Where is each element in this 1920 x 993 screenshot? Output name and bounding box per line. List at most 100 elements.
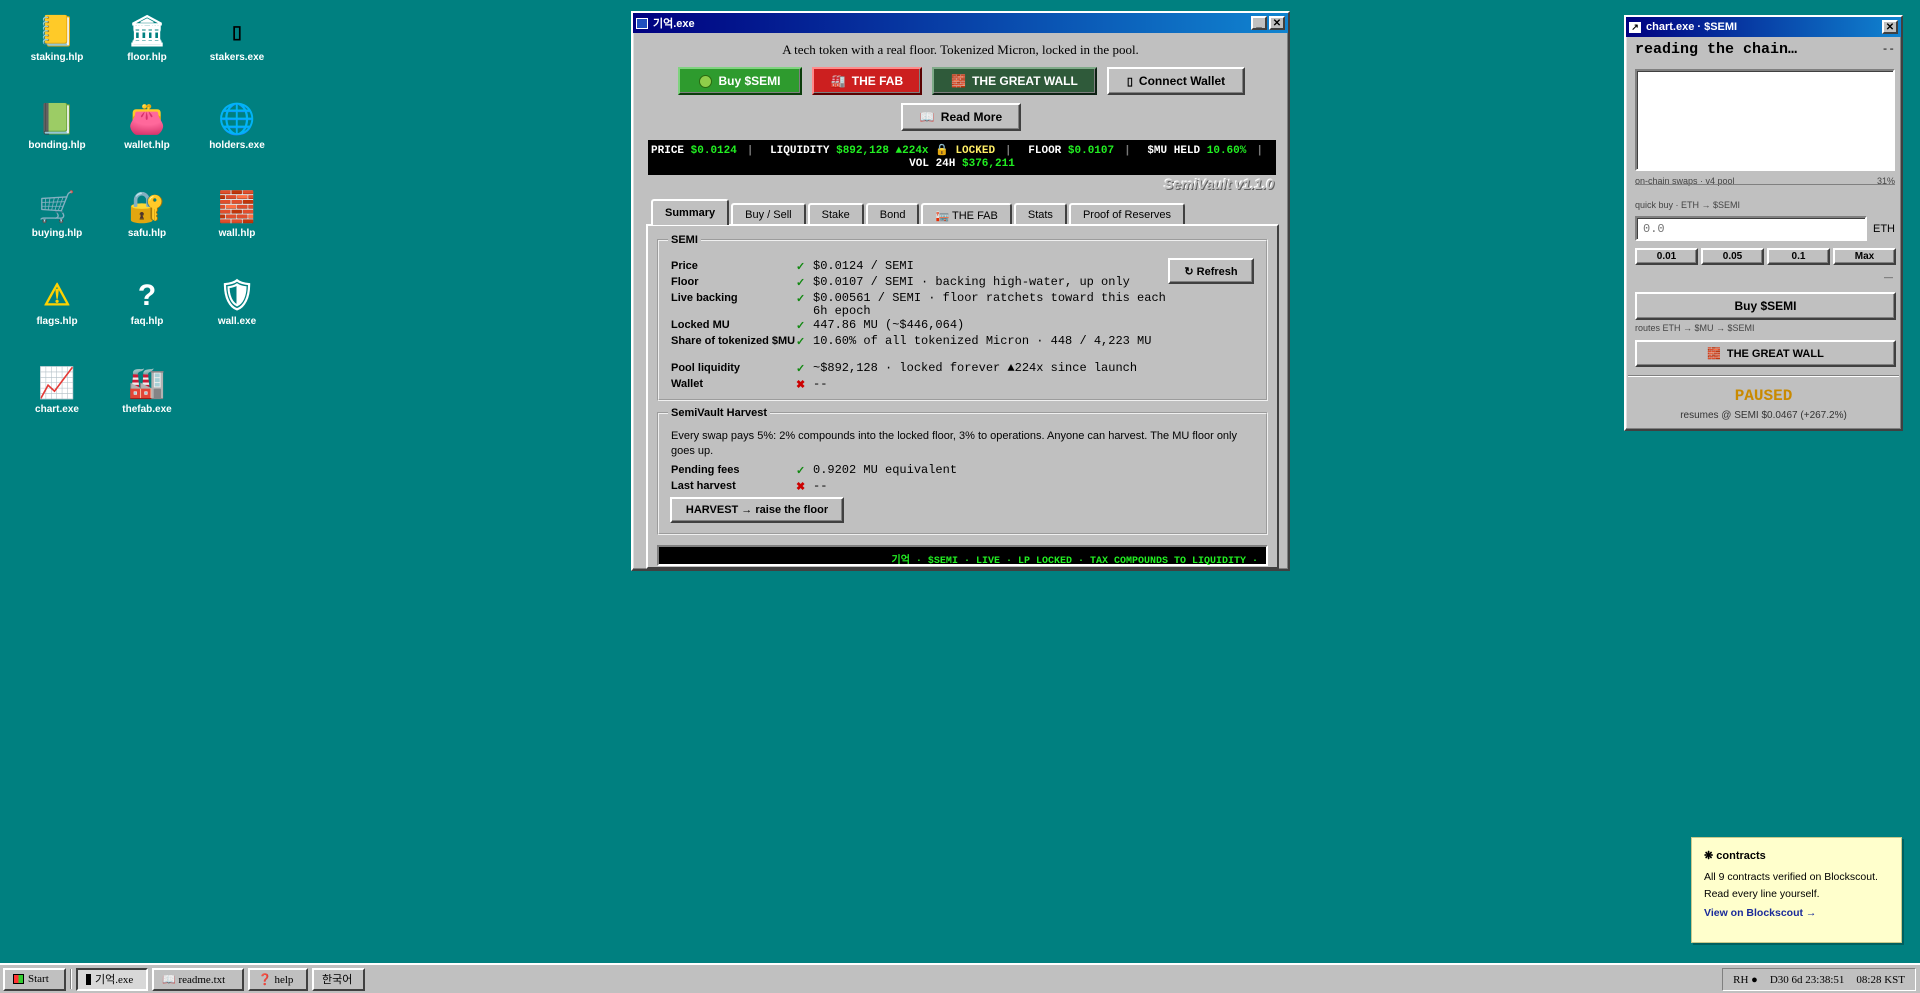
ticker-locked-badge: 🔒 LOCKED xyxy=(935,145,996,157)
info-row-price: Price ✓ $0.0124 / SEMI xyxy=(671,260,1181,274)
eth-amount-input[interactable] xyxy=(1635,216,1867,241)
row-value: -- xyxy=(813,377,828,391)
tray-date: D30 6d 23:38:51 xyxy=(1769,973,1845,986)
desktop-icon-label: thefab.exe xyxy=(122,404,172,415)
chart-buy-label: Buy $SEMI xyxy=(1734,299,1797,313)
ticker-liquidity-value: $892,128 ▲224x xyxy=(836,145,929,157)
tab-bond[interactable]: Bond xyxy=(865,203,920,225)
resume-condition: resumes @ SEMI $0.0467 (+267.2%) xyxy=(1680,410,1847,421)
taskbar-divider xyxy=(70,969,72,989)
chart-close-button[interactable]: ✕ xyxy=(1882,20,1898,34)
quote-output: — xyxy=(1884,272,1893,282)
desktop-icon-holders-exe[interactable]: 🌐 holders.exe xyxy=(197,102,277,151)
semi-group: SEMI ↻ Refresh Price ✓ $0.0124 / SEMI Floor… xyxy=(657,234,1268,401)
eth-unit-label: ETH xyxy=(1873,223,1895,235)
harvest-group-legend: SemiVault Harvest xyxy=(671,407,767,419)
tab-the-fab[interactable]: 🏣 THE FAB xyxy=(921,203,1012,225)
blockscout-link[interactable]: View on Blockscout → xyxy=(1704,905,1889,922)
read-more-button[interactable]: 📖 Read More xyxy=(901,103,1021,131)
the-fab-button[interactable]: 🏭 THE FAB xyxy=(812,67,922,95)
ticker-vol-value: $376,211 xyxy=(962,158,1015,170)
taskbar-item-readme[interactable]: 📖 readme.txt xyxy=(152,967,244,991)
chart-titlebar[interactable]: ↗ chart.exe · $SEMI ✕ xyxy=(1626,17,1901,37)
row-label: Last harvest xyxy=(671,480,736,492)
lock-icon: 🔐 xyxy=(128,191,166,224)
desktop-icon-label: safu.hlp xyxy=(127,228,167,239)
refresh-label: ↻ Refresh xyxy=(1184,265,1238,278)
ticker-vol-label: VOL 24H xyxy=(909,158,956,170)
brick-icon: 🧱 xyxy=(951,74,967,88)
desktop-icon-label: wallet.hlp xyxy=(124,140,170,151)
tab-proof-of-reserves[interactable]: Proof of Reserves xyxy=(1068,203,1185,225)
question-icon: ? xyxy=(137,279,157,312)
chart-status: reading the chain… xyxy=(1635,41,1798,58)
desktop-icon-wall-hlp[interactable]: 🧱 wall.hlp xyxy=(197,190,277,239)
chart-window-title: chart.exe · $SEMI xyxy=(1646,21,1738,33)
close-button[interactable]: ✕ xyxy=(1269,16,1285,30)
row-label: Floor xyxy=(671,276,699,288)
tab-stake[interactable]: Stake xyxy=(807,203,864,225)
amount-0-01-button[interactable]: 0.01 xyxy=(1635,248,1698,265)
great-wall-button[interactable]: 🧱 THE GREAT WALL xyxy=(932,67,1097,95)
amount-0-1-button[interactable]: 0.1 xyxy=(1767,248,1830,265)
taskbar-item-help[interactable]: ❓ help xyxy=(248,967,308,991)
info-row-floor: Floor ✓ $0.0107 / SEMI · backing high-wate… xyxy=(671,276,1181,290)
buy-semi-label: Buy $SEMI xyxy=(718,74,781,88)
factory-icon: 🏭 xyxy=(128,367,166,400)
tab-strip: Summary Buy / Sell Stake Bond 🏣 THE FAB … xyxy=(651,199,1187,225)
desktop-icon-buying-hlp[interactable]: 🛒 buying.hlp xyxy=(17,190,97,239)
row-label: Pending fees xyxy=(671,464,740,476)
desktop-icon-wall-exe[interactable]: 🛡 wall.exe xyxy=(197,278,277,327)
desktop-icon-bonding-hlp[interactable]: 📗 bonding.hlp xyxy=(17,102,97,151)
harvest-button[interactable]: HARVEST → raise the floor xyxy=(670,497,844,523)
chart-icon: ↗ xyxy=(1629,21,1641,33)
amount-0-05-button[interactable]: 0.05 xyxy=(1701,248,1764,265)
harvest-group: SemiVault Harvest Every swap pays 5%: 2%… xyxy=(657,407,1268,535)
check-icon: ✓ xyxy=(796,261,806,273)
desktop-icon-faq-hlp[interactable]: ? faq.hlp xyxy=(107,278,187,327)
bank-icon: 🏛 xyxy=(127,15,167,48)
info-row-share-of-tokenized-mu: Share of tokenized $MU ✓ 10.60% of all tok… xyxy=(671,335,1181,349)
check-icon: ✓ xyxy=(796,293,806,305)
taskbar-item-language[interactable]: 한국어 xyxy=(312,967,365,991)
desktop-icon-flags-hlp[interactable]: ⚠ flags.hlp xyxy=(17,278,97,327)
blank-icon: ▯ xyxy=(232,22,242,42)
read-more-label: Read More xyxy=(940,110,1003,124)
row-label: Wallet xyxy=(671,378,703,390)
desktop-icon-floor-hlp[interactable]: 🏛 floor.hlp xyxy=(107,14,187,63)
buy-semi-button[interactable]: Buy $SEMI xyxy=(678,67,802,95)
desktop-icon-wallet-hlp[interactable]: 👛 wallet.hlp xyxy=(107,102,187,151)
price-chart-area[interactable] xyxy=(1635,69,1895,171)
desktop-icon-chart-exe[interactable]: 📈 chart.exe xyxy=(17,366,97,415)
amount-max-button[interactable]: Max xyxy=(1833,248,1896,265)
row-label: Pool liquidity xyxy=(671,362,741,374)
check-icon: ✓ xyxy=(796,363,806,375)
start-button[interactable]: Start xyxy=(3,967,66,991)
chart-great-wall-button[interactable]: 🧱 THE GREAT WALL xyxy=(1635,340,1896,367)
desktop-icon-thefab-exe[interactable]: 🏭 thefab.exe xyxy=(107,366,187,415)
desktop-icon-stakers-exe[interactable]: ▯ stakers.exe xyxy=(197,14,277,63)
tab-buy-sell[interactable]: Buy / Sell xyxy=(731,203,806,225)
desktop-icon-safu-hlp[interactable]: 🔐 safu.hlp xyxy=(107,190,187,239)
tab-stats[interactable]: Stats xyxy=(1013,203,1067,225)
row-label: Live backing xyxy=(671,292,738,304)
row-value: 0.9202 MU equivalent xyxy=(813,463,958,477)
desktop-icon-staking-hlp[interactable]: 📒 staking.hlp xyxy=(17,14,97,63)
tab-summary[interactable]: Summary xyxy=(651,199,730,225)
the-fab-label: THE FAB xyxy=(851,74,904,88)
info-row-wallet: Wallet ✖ -- xyxy=(671,377,1181,392)
taskbar: Start 기억.exe 📖 readme.txt ❓ help 한국어 RH … xyxy=(0,963,1920,993)
ticker-held-value: 10.60% xyxy=(1206,145,1247,157)
check-icon: ✓ xyxy=(796,336,806,348)
row-label: Locked MU xyxy=(671,319,730,331)
chart-buy-semi-button[interactable]: Buy $SEMI xyxy=(1635,292,1896,320)
minimize-button[interactable]: _ xyxy=(1251,16,1267,30)
connect-wallet-button[interactable]: ▯ Connect Wallet xyxy=(1107,67,1245,95)
info-row-locked-mu: Locked MU ✓ 447.86 MU (~$446,064) xyxy=(671,319,1181,333)
ticker-held-label: $MU HELD xyxy=(1147,145,1201,157)
check-icon: ✓ xyxy=(796,277,806,289)
row-value: $0.00561 / SEMI · floor ratchets toward … xyxy=(813,291,1166,318)
paused-status: PAUSED xyxy=(1734,387,1793,405)
taskbar-item-main[interactable]: 기억.exe xyxy=(76,967,148,991)
main-titlebar[interactable]: 기억.exe _ ✕ xyxy=(633,13,1288,33)
